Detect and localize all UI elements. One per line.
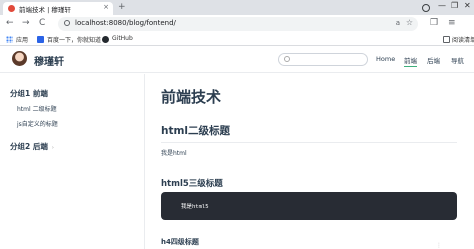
bookmarks-bar: 应用 百度一下，你就知道 GitHub 阅读清单: [0, 33, 474, 46]
avatar[interactable]: [12, 51, 27, 66]
minimize-button[interactable]: —: [438, 1, 446, 10]
apps-grid-icon[interactable]: [6, 36, 13, 43]
tab-title: 前端技术 | 穆瑾轩: [19, 6, 71, 14]
address-bar[interactable]: localhost:8080/blog/fontend/ a ☆: [58, 17, 418, 31]
browser-toolbar: ← → C localhost:8080/blog/fontend/ a ☆ ❒…: [0, 15, 474, 33]
search-input[interactable]: [278, 53, 368, 66]
back-button[interactable]: ←: [6, 18, 14, 28]
browser-tab[interactable]: 前端技术 | 穆瑾轩 ×: [3, 2, 113, 15]
reading-list-icon[interactable]: [443, 36, 450, 43]
new-tab-button[interactable]: +: [118, 2, 126, 12]
bookmark-star-icon[interactable]: ☆: [406, 18, 413, 27]
bookmark-apps[interactable]: 应用: [16, 35, 28, 44]
nav-backend[interactable]: 后端: [427, 55, 440, 65]
paragraph: 我是html: [161, 150, 187, 157]
sidebar: 分组1 前端 html 二级标题 js自定义的标题 分组2 后端 ›: [0, 74, 145, 249]
bookmark-reading-list[interactable]: 阅读清单: [452, 35, 474, 44]
heading-h4: h4四级标题: [161, 238, 199, 246]
sidebar-item-html-h2[interactable]: html 二级标题: [17, 104, 57, 113]
main-content: 前端技术 html二级标题 我是html html5三级标题 我是html5 h…: [146, 74, 474, 249]
baidu-icon[interactable]: [37, 36, 44, 43]
sidebar-item-js-title[interactable]: js自定义的标题: [17, 119, 58, 128]
menu-icon[interactable]: ≡: [448, 18, 456, 28]
sidebar-group-backend[interactable]: 分组2 后端 ›: [10, 141, 54, 152]
search-icon: [284, 56, 290, 62]
bookmark-baidu[interactable]: 百度一下，你就知道: [47, 35, 101, 44]
close-tab-icon[interactable]: ×: [103, 3, 109, 11]
chevron-right-icon: ›: [51, 145, 54, 151]
browser-tab-strip: 前端技术 | 穆瑾轩 × + — ❐ ✕: [0, 0, 474, 15]
close-window-button[interactable]: ✕: [464, 1, 471, 10]
maximize-button[interactable]: ❐: [451, 1, 458, 10]
heading-h2: html二级标题: [161, 125, 231, 137]
url-text[interactable]: localhost:8080/blog/fontend/: [75, 19, 176, 27]
site-header: 穆瑾轩 Home 前端 后端 导航: [0, 46, 474, 73]
profile-icon[interactable]: [422, 4, 430, 12]
extension-icon[interactable]: ❒: [430, 18, 438, 28]
divider: [161, 142, 457, 143]
scroll-grip-icon[interactable]: ⋮: [436, 242, 442, 249]
sidebar-group-frontend[interactable]: 分组1 前端: [10, 88, 48, 99]
nav-home[interactable]: Home: [376, 55, 395, 63]
nav-frontend[interactable]: 前端: [404, 55, 417, 67]
page-title: 前端技术: [161, 88, 222, 106]
github-icon[interactable]: [102, 36, 109, 43]
code-text: 我是html5: [181, 204, 209, 210]
site-name[interactable]: 穆瑾轩: [34, 53, 64, 68]
site-info-icon[interactable]: [64, 20, 70, 26]
code-block: 我是html5: [161, 192, 457, 220]
favicon-icon: [8, 5, 15, 12]
nav-navigation[interactable]: 导航: [451, 55, 464, 65]
bookmark-github[interactable]: GitHub: [112, 35, 133, 42]
heading-h3: html5三级标题: [161, 179, 223, 189]
forward-button[interactable]: →: [22, 18, 30, 28]
translate-icon[interactable]: a: [396, 19, 400, 27]
sidebar-group-label: 分组2 后端: [10, 142, 48, 151]
reload-button[interactable]: C: [39, 18, 45, 28]
sidebar-group-label: 分组1 前端: [10, 89, 48, 98]
